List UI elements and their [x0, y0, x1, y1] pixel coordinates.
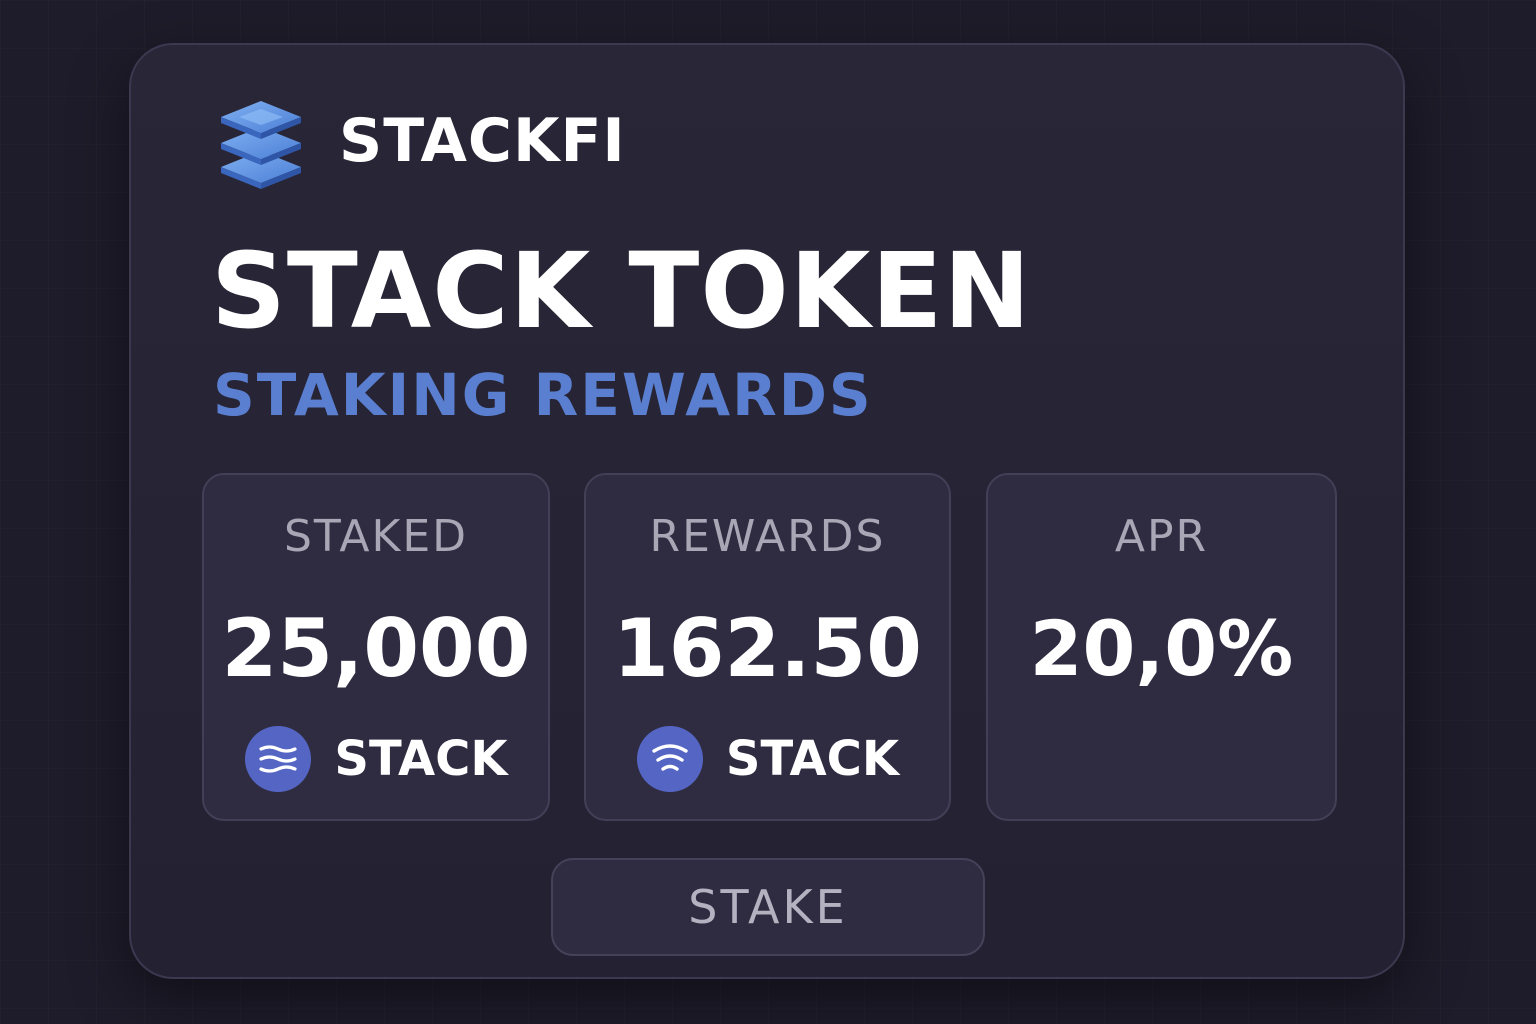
- staked-label: STAKED: [283, 511, 469, 562]
- brand-name: STACKFI: [339, 106, 626, 176]
- rewards-stat-card: REWARDS 162.50 STACK: [584, 473, 951, 821]
- page-subtitle: STAKING REWARDS: [213, 361, 873, 429]
- stake-button[interactable]: STAKE: [551, 858, 985, 956]
- apr-label: APR: [1114, 511, 1209, 562]
- brand: STACKFI: [213, 95, 626, 189]
- staked-token: STACK: [204, 725, 548, 793]
- staked-stat-card: STAKED 25,000 STACK: [202, 473, 550, 821]
- page-title: STACK TOKEN: [211, 230, 1032, 352]
- rewards-token-label: STACK: [725, 731, 900, 787]
- staking-card: STACKFI STACK TOKEN STAKING REWARDS STAK…: [129, 43, 1405, 979]
- apr-stat-card: APR 20,0%: [986, 473, 1337, 821]
- stack-token-icon: [245, 726, 312, 792]
- staked-token-label: STACK: [334, 731, 508, 787]
- rewards-token: STACK: [586, 725, 949, 793]
- rewards-value: 162.50: [613, 602, 922, 695]
- staked-value: 25,000: [221, 602, 531, 695]
- layer-stack-icon: [221, 101, 301, 189]
- apr-value: 20,0%: [1029, 604, 1294, 693]
- stack-token-signal-icon: [636, 726, 703, 792]
- rewards-label: REWARDS: [649, 511, 886, 562]
